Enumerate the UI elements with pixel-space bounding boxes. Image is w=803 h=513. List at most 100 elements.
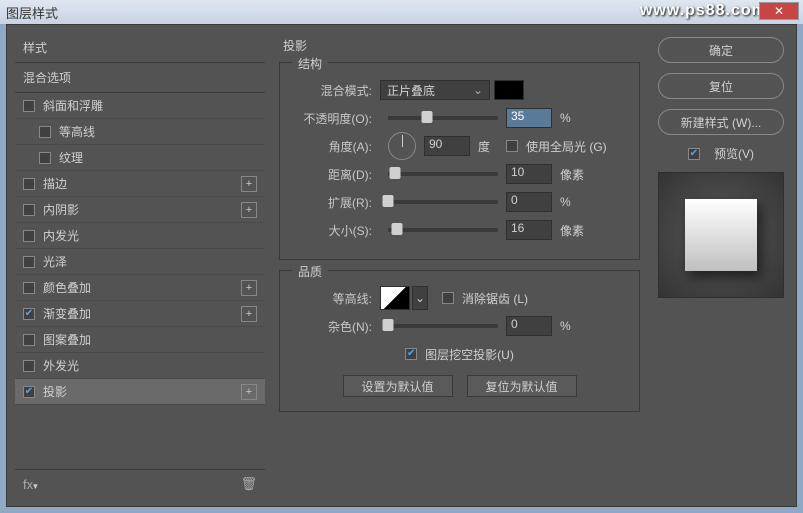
style-checkbox[interactable]: [23, 178, 35, 190]
styles-header[interactable]: 样式: [15, 33, 265, 62]
preview-swatch: [685, 199, 757, 271]
style-item-0[interactable]: 斜面和浮雕: [15, 93, 265, 119]
style-checkbox[interactable]: [23, 230, 35, 242]
style-checkbox[interactable]: [23, 386, 35, 398]
spread-input[interactable]: 0: [506, 192, 552, 212]
opacity-unit: %: [552, 111, 588, 125]
opacity-label: 不透明度(O):: [294, 110, 380, 127]
style-label: 斜面和浮雕: [43, 97, 103, 114]
fx-icon[interactable]: fx▾: [23, 477, 38, 492]
style-label: 描边: [43, 175, 67, 192]
angle-unit: 度: [470, 138, 506, 155]
style-item-3[interactable]: 描边 +: [15, 171, 265, 197]
style-item-9[interactable]: 图案叠加: [15, 327, 265, 353]
style-checkbox[interactable]: [23, 282, 35, 294]
left-panel: 样式 混合选项 斜面和浮雕等高线纹理描边 + 内阴影 + 内发光光泽颜色叠加 + 渐变叠加 +…: [15, 33, 265, 498]
spread-label: 扩展(R):: [294, 194, 380, 211]
style-checkbox[interactable]: [23, 100, 35, 112]
preview-label: 预览(V): [714, 145, 754, 162]
style-label: 颜色叠加: [43, 279, 91, 296]
add-effect-button[interactable]: +: [241, 306, 257, 322]
distance-slider[interactable]: [388, 172, 498, 176]
contour-dropdown[interactable]: ⌄: [412, 286, 428, 310]
noise-unit: %: [552, 319, 588, 333]
new-style-button[interactable]: 新建样式 (W)...: [658, 109, 784, 135]
dialog-body: 样式 混合选项 斜面和浮雕等高线纹理描边 + 内阴影 + 内发光光泽颜色叠加 + 渐变叠加 +…: [6, 24, 797, 507]
add-effect-button[interactable]: +: [241, 280, 257, 296]
knockout-checkbox[interactable]: [405, 348, 417, 360]
angle-dial[interactable]: [388, 132, 416, 160]
close-button[interactable]: ✕: [759, 2, 799, 20]
blend-mode-select[interactable]: 正片叠底: [380, 80, 490, 100]
bottom-tools: fx▾ 🗑: [15, 470, 265, 498]
noise-input[interactable]: 0: [506, 316, 552, 336]
titlebar: 图层样式 www.ps88.com.cn ✕: [0, 0, 803, 24]
style-label: 渐变叠加: [43, 305, 91, 322]
angle-label: 角度(A):: [294, 138, 380, 155]
cancel-button[interactable]: 复位: [658, 73, 784, 99]
style-item-11[interactable]: 投影 +: [15, 379, 265, 405]
knockout-label: 图层挖空投影(U): [425, 346, 514, 363]
spread-unit: %: [552, 195, 588, 209]
angle-input[interactable]: 90: [424, 136, 470, 156]
add-effect-button[interactable]: +: [241, 176, 257, 192]
contour-label: 等高线:: [294, 290, 380, 307]
style-item-1[interactable]: 等高线: [15, 119, 265, 145]
size-unit: 像素: [552, 222, 588, 239]
quality-title: 品质: [292, 263, 328, 280]
add-effect-button[interactable]: +: [241, 202, 257, 218]
middle-panel: 投影 结构 混合模式: 正片叠底 不透明度(O): 35 % 角度(A): 90…: [265, 33, 654, 498]
noise-slider[interactable]: [388, 324, 498, 328]
global-light-checkbox[interactable]: [506, 140, 518, 152]
preview-box: [658, 172, 784, 298]
style-checkbox[interactable]: [23, 360, 35, 372]
make-default-button[interactable]: 设置为默认值: [343, 375, 453, 397]
style-label: 外发光: [43, 357, 79, 374]
style-list: 斜面和浮雕等高线纹理描边 + 内阴影 + 内发光光泽颜色叠加 + 渐变叠加 + 图案叠加外发光投…: [15, 92, 265, 470]
style-checkbox[interactable]: [39, 152, 51, 164]
structure-group: 结构 混合模式: 正片叠底 不透明度(O): 35 % 角度(A): 90 度 …: [279, 62, 640, 260]
style-item-5[interactable]: 内发光: [15, 223, 265, 249]
style-item-2[interactable]: 纹理: [15, 145, 265, 171]
style-item-7[interactable]: 颜色叠加 +: [15, 275, 265, 301]
style-checkbox[interactable]: [23, 256, 35, 268]
style-label: 内阴影: [43, 201, 79, 218]
opacity-slider[interactable]: [388, 116, 498, 120]
shadow-color-swatch[interactable]: [494, 80, 524, 100]
distance-input[interactable]: 10: [506, 164, 552, 184]
distance-unit: 像素: [552, 166, 588, 183]
size-input[interactable]: 16: [506, 220, 552, 240]
style-item-6[interactable]: 光泽: [15, 249, 265, 275]
trash-icon[interactable]: 🗑: [240, 476, 257, 492]
style-label: 图案叠加: [43, 331, 91, 348]
style-checkbox[interactable]: [23, 308, 35, 320]
style-item-4[interactable]: 内阴影 +: [15, 197, 265, 223]
antialiased-label: 消除锯齿 (L): [462, 290, 528, 307]
size-label: 大小(S):: [294, 222, 380, 239]
noise-label: 杂色(N):: [294, 318, 380, 335]
add-effect-button[interactable]: +: [241, 384, 257, 400]
distance-label: 距离(D):: [294, 166, 380, 183]
style-checkbox[interactable]: [39, 126, 51, 138]
preview-checkbox[interactable]: [688, 148, 700, 160]
style-item-8[interactable]: 渐变叠加 +: [15, 301, 265, 327]
style-label: 等高线: [59, 123, 95, 140]
blend-options-header[interactable]: 混合选项: [15, 62, 265, 92]
spread-slider[interactable]: [388, 200, 498, 204]
contour-picker[interactable]: [380, 286, 410, 310]
antialiased-checkbox[interactable]: [442, 292, 454, 304]
window-title: 图层样式: [6, 3, 58, 22]
size-slider[interactable]: [388, 228, 498, 232]
style-checkbox[interactable]: [23, 204, 35, 216]
opacity-input[interactable]: 35: [506, 108, 552, 128]
style-label: 纹理: [59, 149, 83, 166]
right-panel: 确定 复位 新建样式 (W)... 预览(V): [654, 33, 788, 498]
style-item-10[interactable]: 外发光: [15, 353, 265, 379]
style-label: 光泽: [43, 253, 67, 270]
style-label: 投影: [43, 383, 67, 400]
ok-button[interactable]: 确定: [658, 37, 784, 63]
style-checkbox[interactable]: [23, 334, 35, 346]
blend-mode-label: 混合模式:: [294, 82, 380, 99]
global-light-label: 使用全局光 (G): [526, 138, 607, 155]
reset-default-button[interactable]: 复位为默认值: [467, 375, 577, 397]
